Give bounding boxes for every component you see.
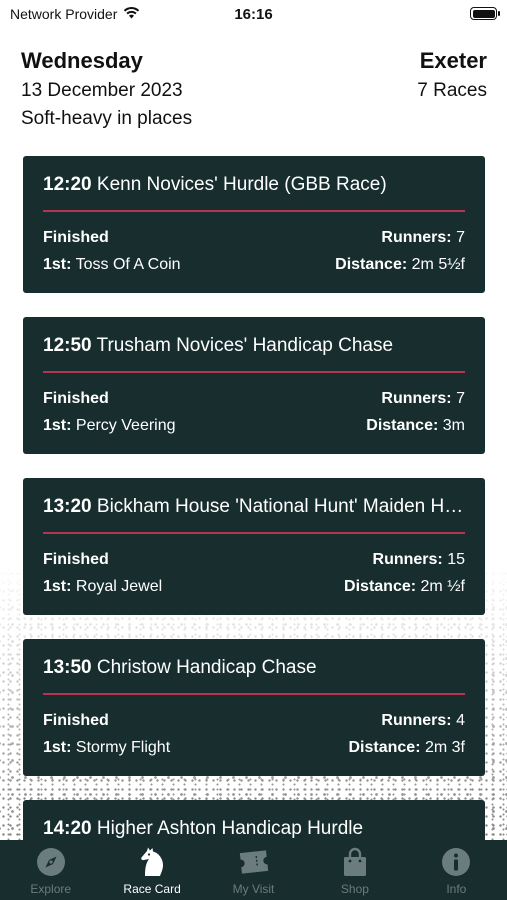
runners-count: 7 [456, 229, 465, 246]
race-time: 13:50 [43, 657, 92, 678]
distance-value: 2m ½f [420, 578, 465, 595]
winner: 1st: Percy Veering [43, 417, 176, 434]
race-title: 13:50 Christow Handicap Chase [43, 657, 465, 679]
tab-label: Explore [30, 882, 72, 896]
ticket-icon [238, 846, 270, 878]
carrier-name: Network Provider [10, 6, 118, 22]
tab-my-visit[interactable]: My Visit [203, 840, 304, 900]
race-divider [43, 371, 465, 373]
race-title: 14:20 Higher Ashton Handicap Hurdle [43, 818, 465, 840]
tab-label: My Visit [232, 882, 275, 896]
meeting-day: Wednesday [21, 48, 143, 73]
tab-explore[interactable]: Explore [0, 840, 101, 900]
race-title: 13:20 Bickham House 'National Hunt' Maid… [43, 496, 465, 518]
race-divider [43, 693, 465, 695]
race-card[interactable]: 12:20 Kenn Novices' Hurdle (GBB Race) Fi… [23, 156, 485, 293]
race-card[interactable]: 13:50 Christow Handicap Chase Finished R… [23, 639, 485, 776]
tab-label: Race Card [123, 882, 181, 896]
race-name: Trusham Novices' Handicap Chase [96, 335, 394, 356]
tab-bar: Explore Race Card My Visit Shop Info [0, 840, 507, 900]
distance: Distance: 2m 5½f [335, 256, 465, 273]
race-name: Bickham House 'National Hunt' Maiden Hur… [96, 496, 465, 517]
runners-count: 15 [447, 551, 465, 568]
winner: 1st: Stormy Flight [43, 739, 171, 756]
race-title: 12:20 Kenn Novices' Hurdle (GBB Race) [43, 174, 465, 196]
runners: Runners: 15 [372, 551, 465, 568]
race-time: 14:20 [43, 818, 92, 839]
tab-shop[interactable]: Shop [304, 840, 405, 900]
tab-race-card[interactable]: Race Card [101, 840, 202, 900]
compass-icon [35, 846, 67, 878]
race-divider [43, 532, 465, 534]
race-name: Higher Ashton Handicap Hurdle [96, 818, 364, 839]
meeting-date: 13 December 2023 [21, 80, 183, 101]
going-description: Soft-heavy in places [21, 108, 193, 129]
distance: Distance: 2m 3f [348, 739, 466, 756]
battery-icon [470, 7, 500, 20]
race-card[interactable]: 12:50 Trusham Novices' Handicap Chase Fi… [23, 317, 485, 454]
distance-value: 3m [442, 417, 465, 434]
distance-value: 2m 5½f [411, 256, 465, 273]
race-time: 13:20 [43, 496, 92, 517]
winner: 1st: Toss Of A Coin [43, 256, 181, 273]
runners: Runners: 7 [381, 390, 465, 407]
distance: Distance: 3m [366, 417, 465, 434]
runners-count: 4 [456, 712, 465, 729]
runners: Runners: 4 [381, 712, 465, 729]
clock: 16:16 [234, 5, 273, 23]
race-time: 12:50 [43, 335, 92, 356]
race-status: Finished [43, 229, 109, 246]
meeting-header: Wednesday Exeter 13 December 2023 7 Race… [21, 48, 487, 130]
winner-name: Percy Veering [75, 417, 176, 434]
course-name: Exeter [419, 48, 487, 73]
runners: Runners: 7 [381, 229, 465, 246]
distance: Distance: 2m ½f [344, 578, 465, 595]
tab-info[interactable]: Info [406, 840, 507, 900]
info-icon [440, 846, 472, 878]
race-name: Kenn Novices' Hurdle (GBB Race) [96, 174, 387, 195]
shopping-bag-icon [339, 846, 371, 878]
winner: 1st: Royal Jewel [43, 578, 163, 595]
race-card[interactable]: 13:20 Bickham House 'National Hunt' Maid… [23, 478, 485, 615]
winner-name: Royal Jewel [75, 578, 163, 595]
tab-label: Shop [340, 882, 369, 896]
race-time: 12:20 [43, 174, 92, 195]
race-status: Finished [43, 551, 109, 568]
winner-name: Stormy Flight [75, 739, 171, 756]
status-bar: Network Provider 16:16 [0, 0, 507, 28]
tab-label: Info [446, 882, 467, 896]
runners-count: 7 [456, 390, 465, 407]
race-status: Finished [43, 712, 109, 729]
race-count: 7 Races [417, 80, 487, 101]
wifi-icon [123, 6, 140, 22]
race-divider [43, 210, 465, 212]
horse-head-icon [136, 846, 168, 878]
winner-name: Toss Of A Coin [75, 256, 181, 273]
race-name: Christow Handicap Chase [96, 657, 317, 678]
race-status: Finished [43, 390, 109, 407]
race-title: 12:50 Trusham Novices' Handicap Chase [43, 335, 465, 357]
distance-value: 2m 3f [424, 739, 465, 756]
